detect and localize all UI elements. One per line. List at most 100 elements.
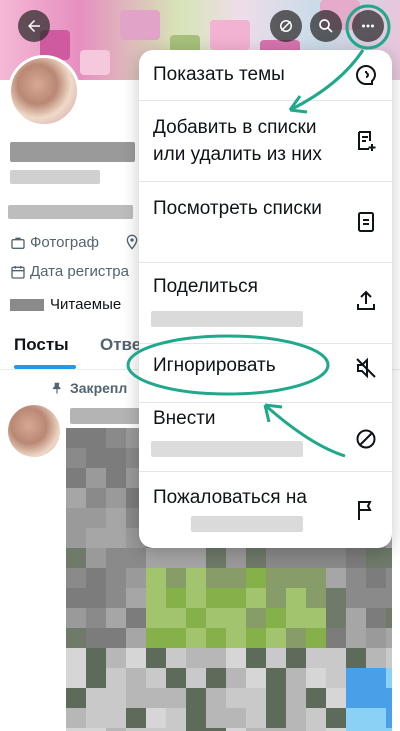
photo-pixel: [66, 468, 86, 488]
photo-pixel: [246, 668, 266, 688]
menu-item-show-topics[interactable]: Показать темы: [139, 50, 392, 100]
location-marker: [124, 234, 140, 250]
menu-item-label: Посмотреть списки: [153, 198, 322, 219]
tab-active-indicator: [14, 365, 76, 369]
block-target-redacted: [151, 441, 303, 457]
photo-pixel: [386, 608, 392, 628]
photo-pixel: [226, 608, 246, 628]
photo-pixel: [146, 668, 166, 688]
menu-item-label: Пожаловаться на: [153, 487, 307, 508]
menu-item-label: Показать темы: [153, 64, 285, 85]
briefcase-icon: [11, 237, 25, 249]
photo-pixel: [326, 708, 346, 728]
photo-pixel: [326, 608, 346, 628]
photo-pixel: [286, 668, 306, 688]
photo-pixel: [126, 708, 146, 728]
photo-pixel: [386, 628, 392, 648]
photo-pixel: [266, 668, 286, 688]
pinned-label: Закрепл: [70, 380, 128, 396]
photo-pixel: [186, 648, 206, 668]
photo-pixel: [166, 708, 186, 728]
photo-pixel: [86, 528, 106, 548]
photo-pixel: [66, 548, 86, 568]
photo-pixel: [326, 688, 346, 708]
lists-icon: [354, 210, 378, 234]
photo-pixel: [106, 568, 126, 588]
photo-pixel: [146, 688, 166, 708]
photo-pixel: [86, 548, 106, 568]
photo-pixel: [66, 528, 86, 548]
photo-pixel: [346, 648, 366, 668]
photo-pixel: [166, 568, 186, 588]
share-target-redacted: [151, 311, 303, 327]
following-count[interactable]: Читаемые: [10, 296, 121, 313]
photo-pixel: [106, 468, 126, 488]
photo-pixel: [166, 688, 186, 708]
photo-pixel: [86, 568, 106, 588]
photo-pixel: [226, 668, 246, 688]
photo-pixel: [306, 548, 326, 568]
photo-pixel: [186, 688, 206, 708]
photo-pixel: [166, 628, 186, 648]
report-target-redacted: [191, 516, 303, 532]
photo-pixel: [86, 448, 106, 468]
photo-pixel: [126, 608, 146, 628]
photo-pixel: [86, 688, 106, 708]
occupation-text: Фотограф: [30, 234, 99, 251]
photo-pixel: [206, 668, 226, 688]
photo-pixel: [246, 648, 266, 668]
post-avatar[interactable]: [8, 405, 60, 457]
photo-pixel: [286, 588, 306, 608]
photo-pixel: [226, 688, 246, 708]
menu-item-label: Игнорировать: [153, 355, 276, 376]
photo-pixel: [366, 648, 386, 668]
photo-pixel: [326, 568, 346, 588]
photo-pixel: [226, 588, 246, 608]
photo-pixel: [326, 668, 346, 688]
menu-item-report[interactable]: Пожаловаться на: [139, 472, 392, 548]
list-add-icon: [354, 129, 378, 153]
photo-pixel: [206, 588, 226, 608]
photo-pixel: [226, 548, 246, 568]
photo-pixel: [286, 648, 306, 668]
avatar[interactable]: [8, 55, 80, 127]
photo-pixel: [206, 708, 226, 728]
photo-pixel: [306, 688, 326, 708]
photo-pixel: [346, 688, 366, 708]
photo-pixel: [266, 548, 286, 568]
tab-replies[interactable]: Отве: [100, 335, 141, 355]
menu-item-label: Внести: [153, 408, 216, 429]
photo-pixel: [106, 588, 126, 608]
menu-item-mute[interactable]: Игнорировать: [139, 344, 392, 402]
grok-icon: [280, 20, 292, 32]
photo-pixel: [366, 608, 386, 628]
photo-pixel: [106, 608, 126, 628]
menu-item-add-to-lists[interactable]: Добавить в списки или удалить из них: [139, 101, 392, 181]
more-options-button[interactable]: [352, 10, 384, 42]
menu-item-view-lists[interactable]: Посмотреть списки: [139, 182, 392, 262]
grok-button[interactable]: [270, 10, 302, 42]
photo-pixel: [226, 708, 246, 728]
photo-pixel: [66, 428, 86, 448]
photo-pixel: [106, 548, 126, 568]
photo-pixel: [346, 628, 366, 648]
menu-item-block[interactable]: Внести: [139, 403, 392, 471]
menu-item-share[interactable]: Поделиться: [139, 263, 392, 343]
search-button[interactable]: [310, 10, 342, 42]
following-label: Читаемые: [50, 296, 122, 313]
photo-pixel: [246, 588, 266, 608]
photo-pixel: [146, 548, 166, 568]
photo-pixel: [366, 588, 386, 608]
photo-pixel: [326, 648, 346, 668]
photo-pixel: [286, 608, 306, 628]
tab-posts[interactable]: Посты: [14, 335, 69, 355]
back-button[interactable]: [18, 10, 50, 42]
photo-pixel: [86, 628, 106, 648]
calendar-icon: [11, 265, 25, 279]
photo-pixel: [286, 628, 306, 648]
photo-pixel: [306, 708, 326, 728]
photo-pixel: [166, 588, 186, 608]
photo-pixel: [326, 548, 346, 568]
photo-pixel: [66, 708, 86, 728]
photo-pixel: [126, 688, 146, 708]
